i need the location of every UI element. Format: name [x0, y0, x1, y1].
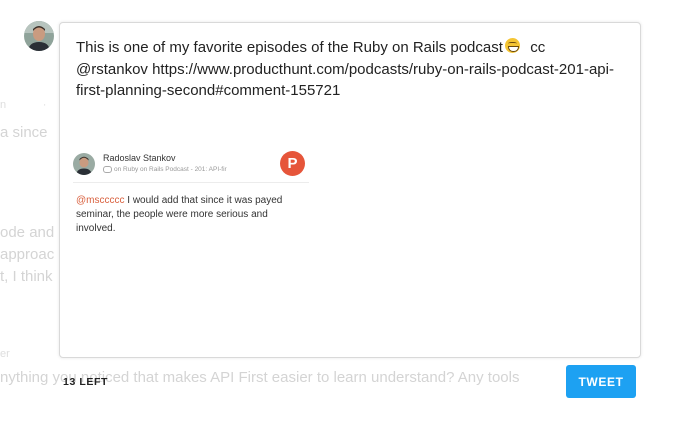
background-text-line: approac	[0, 246, 55, 263]
background-text-line: a since	[0, 124, 48, 141]
user-avatar	[24, 21, 54, 51]
characters-left-counter: 13 LEFT	[63, 376, 109, 388]
tweet-text: This is one of my favorite episodes of t…	[76, 39, 503, 56]
tweet-composer[interactable]: This is one of my favorite episodes of t…	[59, 22, 641, 358]
comment-bubble-icon	[103, 166, 112, 173]
author-avatar	[73, 153, 95, 175]
author-name: Radoslav Stankov	[103, 153, 176, 163]
comment-body: @msccccc I would add that since it was p…	[76, 194, 308, 236]
divider	[73, 182, 309, 183]
tweet-text-input[interactable]: This is one of my favorite episodes of t…	[76, 37, 621, 102]
background-faint-text: er	[0, 348, 10, 360]
background-faint-text: n ·	[0, 99, 47, 111]
product-hunt-logo-icon: P	[280, 151, 305, 176]
background-text-line: ode and	[0, 224, 55, 241]
tweet-button[interactable]: TWEET	[566, 365, 636, 398]
mention-link: @msccccc	[76, 195, 125, 206]
context-label: on Ruby on Rails Podcast - 201: API-fir	[114, 166, 227, 173]
grinning-face-emoji-icon	[504, 38, 520, 53]
comment-preview-card: Radoslav Stankov on Ruby on Rails Podcas…	[73, 149, 309, 239]
background-text-line: t, I think	[0, 268, 53, 285]
comment-context: on Ruby on Rails Podcast - 201: API-fir	[103, 166, 227, 173]
